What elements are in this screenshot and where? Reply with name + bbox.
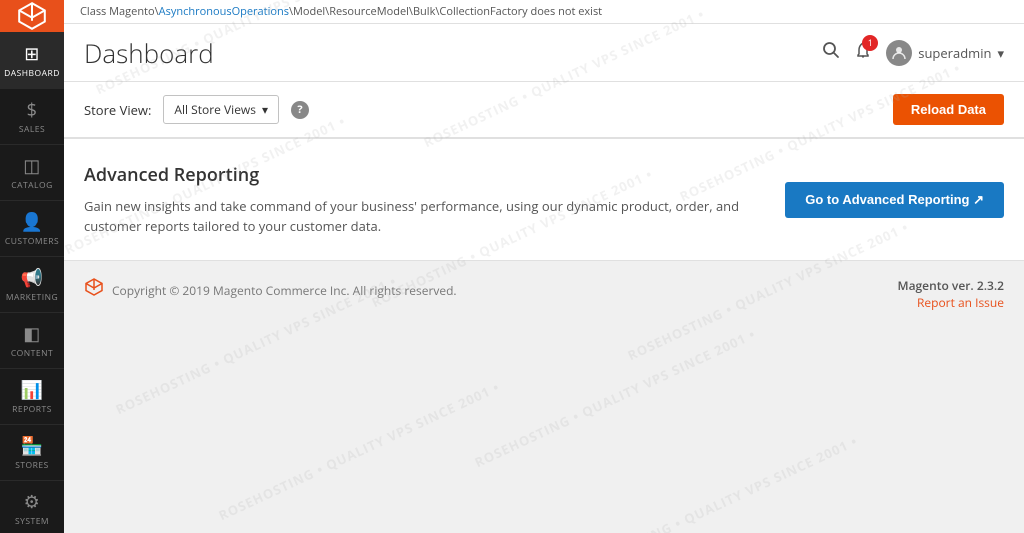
reload-data-button[interactable]: Reload Data — [893, 94, 1004, 125]
help-icon[interactable]: ? — [291, 101, 309, 119]
reporting-left: Advanced Reporting Gain new insights and… — [84, 163, 765, 236]
stores-icon: 🏪 — [21, 434, 44, 458]
marketing-icon: 📢 — [21, 266, 44, 290]
reporting-title: Advanced Reporting — [84, 163, 765, 187]
sidebar-item-marketing[interactable]: 📢 MARKETING — [0, 256, 64, 312]
sidebar-item-sales[interactable]: $ SALES — [0, 88, 64, 144]
advanced-reporting-section: Advanced Reporting Gain new insights and… — [64, 139, 1024, 261]
error-bar: Class Magento\AsynchronousOperations\Mod… — [64, 0, 1024, 24]
user-dropdown-icon: ▾ — [997, 44, 1004, 62]
sidebar-item-content[interactable]: ◧ CONTENT — [0, 312, 64, 368]
store-view-label: Store View: — [84, 101, 151, 119]
report-issue-link[interactable]: Report an Issue — [917, 294, 1004, 311]
sidebar-item-catalog-label: CATALOG — [11, 181, 53, 191]
footer-logo-icon — [84, 277, 104, 303]
sidebar-item-dashboard[interactable]: ⊞ DASHBOARD — [0, 32, 64, 88]
sales-icon: $ — [27, 98, 38, 122]
system-icon: ⚙ — [24, 490, 41, 514]
sidebar-item-customers-label: CUSTOMERS — [5, 237, 59, 247]
main-area: Class Magento\AsynchronousOperations\Mod… — [64, 0, 1024, 533]
store-view-bar: Store View: All Store Views ▾ ? Reload D… — [64, 82, 1024, 138]
page-title: Dashboard — [84, 35, 822, 71]
sidebar-item-catalog[interactable]: ◫ CATALOG — [0, 144, 64, 200]
sidebar-item-system-label: SYSTEM — [15, 517, 49, 527]
sidebar-item-customers[interactable]: 👤 CUSTOMERS — [0, 200, 64, 256]
sidebar-item-stores-label: STORES — [15, 461, 49, 471]
reports-icon: 📊 — [21, 378, 44, 402]
avatar — [886, 40, 912, 66]
reporting-description: Gain new insights and take command of yo… — [84, 197, 764, 236]
dashboard-icon: ⊞ — [24, 42, 40, 66]
reporting-button-icon: ↗ — [973, 192, 984, 207]
content-icon: ◧ — [23, 322, 41, 346]
sidebar-item-reports[interactable]: 📊 REPORTS — [0, 368, 64, 424]
store-view-dropdown[interactable]: All Store Views ▾ — [163, 95, 279, 124]
sidebar-item-content-label: CONTENT — [11, 349, 53, 359]
user-menu[interactable]: superadmin ▾ — [886, 40, 1004, 66]
sidebar-item-dashboard-label: DASHBOARD — [4, 69, 60, 79]
sidebar-item-system[interactable]: ⚙ SYSTEM — [0, 480, 64, 533]
notification-button[interactable]: 1 — [854, 41, 872, 65]
page-footer: Copyright © 2019 Magento Commerce Inc. A… — [64, 261, 1024, 533]
error-link-async[interactable]: AsynchronousOperations — [159, 4, 289, 19]
store-view-chevron-icon: ▾ — [262, 101, 268, 118]
notification-count: 1 — [862, 35, 878, 51]
sidebar: ⊞ DASHBOARD $ SALES ◫ CATALOG 👤 CUSTOMER… — [0, 0, 64, 533]
sidebar-logo[interactable] — [0, 0, 64, 32]
sidebar-item-reports-label: REPORTS — [12, 405, 52, 415]
footer-left: Copyright © 2019 Magento Commerce Inc. A… — [84, 277, 457, 303]
header-actions: 1 superadmin ▾ — [822, 40, 1004, 66]
username: superadmin — [918, 44, 991, 62]
catalog-icon: ◫ — [23, 154, 41, 178]
search-button[interactable] — [822, 41, 840, 65]
footer-version: Magento ver. 2.3.2 — [898, 277, 1004, 294]
reporting-button-label: Go to Advanced Reporting — [805, 192, 969, 207]
footer-copyright: Copyright © 2019 Magento Commerce Inc. A… — [112, 282, 457, 299]
page-content: Store View: All Store Views ▾ ? Reload D… — [64, 82, 1024, 533]
sidebar-item-sales-label: SALES — [19, 125, 45, 135]
footer-right: Magento ver. 2.3.2 Report an Issue — [898, 277, 1004, 311]
go-to-advanced-reporting-button[interactable]: Go to Advanced Reporting ↗ — [785, 182, 1004, 218]
sidebar-item-marketing-label: MARKETING — [6, 293, 58, 303]
reporting-row: Advanced Reporting Gain new insights and… — [84, 163, 1004, 236]
customers-icon: 👤 — [21, 210, 44, 234]
page-header: Dashboard 1 — [64, 24, 1024, 82]
sidebar-item-stores[interactable]: 🏪 STORES — [0, 424, 64, 480]
store-view-selected: All Store Views — [174, 101, 256, 118]
